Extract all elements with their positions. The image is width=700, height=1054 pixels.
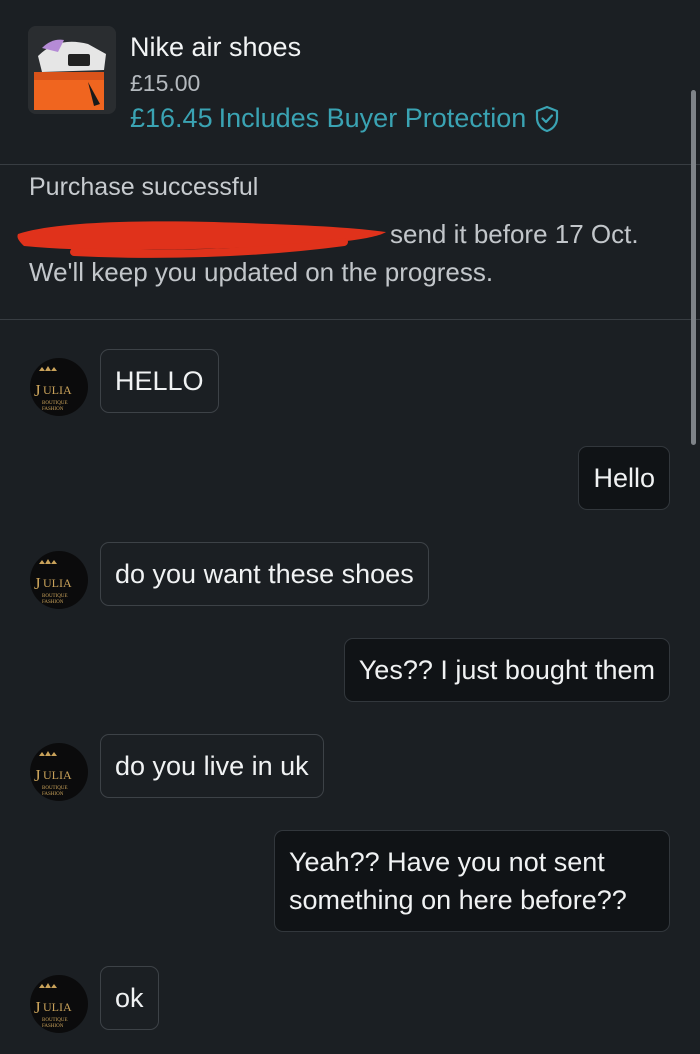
seller-avatar[interactable]: J ULIA BOUTIQUE FASHION: [30, 975, 88, 1033]
svg-text:BOUTIQUE: BOUTIQUE: [42, 1018, 68, 1023]
buyer-protection-row[interactable]: £16.45 Includes Buyer Protection: [130, 103, 560, 134]
buyer-protection-label: Includes Buyer Protection: [218, 103, 527, 133]
shoe-box-image-icon: [28, 26, 116, 114]
seller-avatar[interactable]: J ULIA BOUTIQUE FASHION: [30, 551, 88, 609]
message-bubble-outgoing[interactable]: Yes?? I just bought them: [343, 638, 670, 702]
purchase-status-title: Purchase successful: [29, 173, 259, 201]
svg-text:J: J: [34, 998, 41, 1017]
redaction-scribble: [17, 221, 387, 258]
svg-text:FASHION: FASHION: [42, 600, 64, 605]
product-card[interactable]: Nike air shoes £15.00 £16.45 Includes Bu…: [0, 0, 700, 165]
seller-avatar[interactable]: J ULIA BOUTIQUE FASHION: [30, 743, 88, 801]
svg-text:J: J: [34, 574, 41, 593]
julia-boutique-logo-icon: J ULIA BOUTIQUE FASHION: [34, 559, 72, 605]
julia-boutique-logo-icon: J ULIA BOUTIQUE FASHION: [34, 366, 72, 412]
julia-boutique-logo-icon: J ULIA BOUTIQUE FASHION: [34, 983, 72, 1029]
svg-text:BOUTIQUE: BOUTIQUE: [42, 594, 68, 599]
svg-text:FASHION: FASHION: [42, 407, 64, 412]
shield-check-icon: [536, 105, 559, 132]
svg-text:BOUTIQUE: BOUTIQUE: [42, 401, 68, 406]
message-bubble-incoming[interactable]: do you want these shoes: [100, 542, 429, 606]
purchase-status-line2: We'll keep you updated on the progress.: [29, 257, 494, 287]
message-bubble-incoming[interactable]: ok: [100, 966, 159, 1030]
svg-text:ULIA: ULIA: [43, 768, 72, 782]
product-title: Nike air shoes: [130, 32, 302, 62]
seller-avatar[interactable]: J ULIA BOUTIQUE FASHION: [30, 358, 88, 416]
message-bubble-incoming[interactable]: HELLO: [100, 349, 219, 413]
message-bubble-outgoing[interactable]: Hello: [578, 446, 670, 510]
divider: [0, 164, 700, 165]
scrollbar[interactable]: [691, 90, 696, 445]
divider: [0, 319, 700, 320]
product-price: £15.00: [130, 70, 201, 96]
product-total-price: £16.45: [130, 103, 213, 133]
svg-text:ULIA: ULIA: [43, 1000, 72, 1014]
svg-text:J: J: [34, 381, 41, 400]
svg-text:ULIA: ULIA: [43, 383, 72, 397]
svg-text:J: J: [34, 766, 41, 785]
message-bubble-outgoing[interactable]: Yeah?? Have you not sent something on he…: [274, 830, 670, 932]
svg-text:FASHION: FASHION: [42, 1024, 64, 1029]
product-thumbnail[interactable]: [28, 26, 116, 114]
message-bubble-incoming[interactable]: do you live in uk: [100, 734, 324, 798]
svg-text:ULIA: ULIA: [43, 576, 72, 590]
svg-text:FASHION: FASHION: [42, 792, 64, 797]
purchase-status-line1-text: send it before 17 Oct.: [390, 219, 639, 249]
svg-text:BOUTIQUE: BOUTIQUE: [42, 786, 68, 791]
julia-boutique-logo-icon: J ULIA BOUTIQUE FASHION: [34, 751, 72, 797]
